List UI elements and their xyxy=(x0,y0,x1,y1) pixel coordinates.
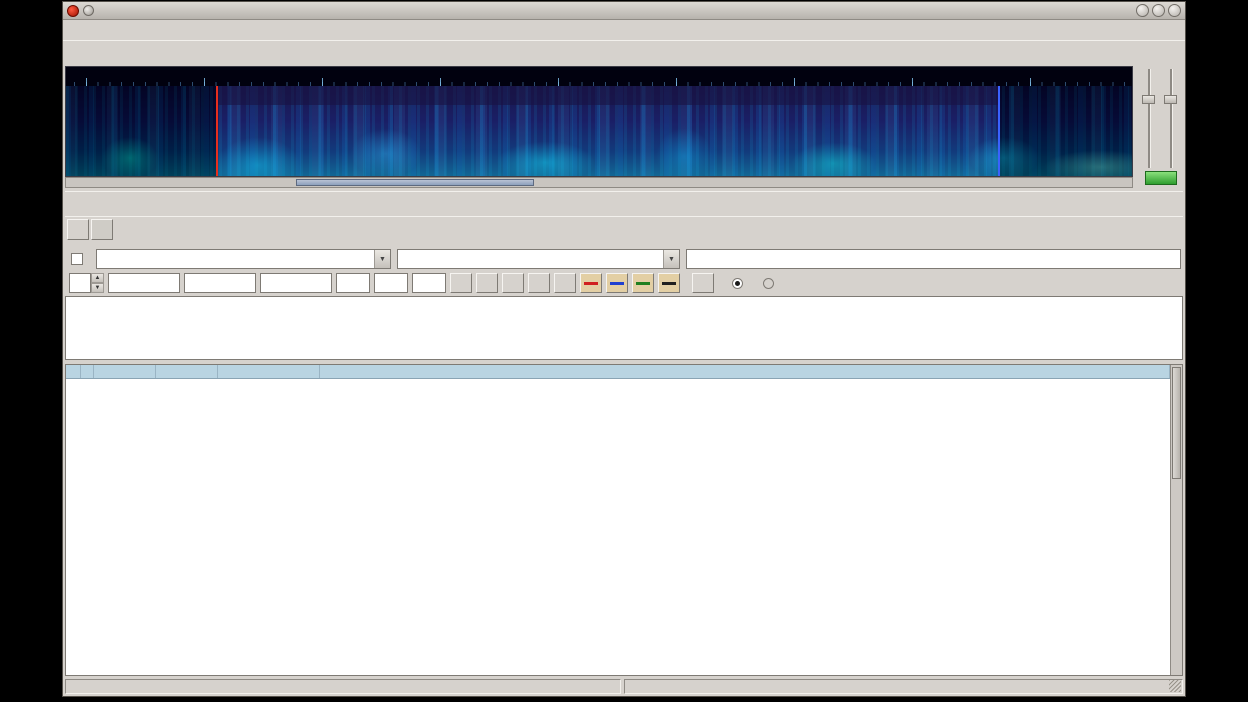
status-panel-left xyxy=(65,679,621,694)
margin-right-input[interactable] xyxy=(374,273,408,293)
header-style xyxy=(218,365,320,378)
app-icon[interactable] xyxy=(67,5,79,17)
chevron-down-icon[interactable]: ▼ xyxy=(663,250,679,268)
underline-button[interactable] xyxy=(502,273,524,293)
layer-value[interactable] xyxy=(69,273,91,293)
end-time-input[interactable] xyxy=(184,273,256,293)
chevron-down-icon[interactable]: ▼ xyxy=(374,250,390,268)
primary-color-swatch xyxy=(584,282,598,285)
secondary-color-swatch xyxy=(610,282,624,285)
unselected-region-left xyxy=(66,86,217,176)
comment-checkbox[interactable] xyxy=(71,253,83,265)
menu-bar xyxy=(63,21,1185,40)
edit-row-meta: ▼ ▼ xyxy=(65,248,1183,270)
status-panel-right xyxy=(624,679,1183,694)
karaoke-syllable-overlay xyxy=(217,86,999,176)
time-radio[interactable] xyxy=(732,278,743,289)
primary-color-button[interactable] xyxy=(580,273,602,293)
spinner-arrows: ▲ ▼ xyxy=(91,273,104,293)
outline-color-swatch xyxy=(636,282,650,285)
effect-input[interactable] xyxy=(686,249,1181,269)
volume-slider[interactable] xyxy=(1163,69,1179,168)
font-button[interactable] xyxy=(554,273,576,293)
audio-scrollbar-thumb[interactable] xyxy=(296,179,534,186)
main-toolbar xyxy=(63,40,1185,65)
audio-time-ruler[interactable] xyxy=(65,66,1133,86)
grid-body xyxy=(66,379,1170,675)
duration-input[interactable] xyxy=(260,273,332,293)
strikeout-button[interactable] xyxy=(528,273,550,293)
spin-up-icon[interactable]: ▲ xyxy=(91,273,104,283)
audio-side-controls xyxy=(1137,66,1185,188)
shadow-color-swatch xyxy=(662,282,676,285)
close-button[interactable] xyxy=(1168,4,1181,17)
shade-button[interactable] xyxy=(1136,4,1149,17)
selection-end-marker[interactable] xyxy=(998,86,1000,176)
time-frame-radios xyxy=(732,278,789,289)
aegisub-window: ▼ ▼ ▲ ▼ xyxy=(62,1,1186,697)
actor-dropdown[interactable]: ▼ xyxy=(397,249,680,269)
frame-radio xyxy=(763,278,774,289)
resize-grip[interactable] xyxy=(1169,680,1181,692)
bold-button[interactable] xyxy=(450,273,472,293)
subtitle-grid xyxy=(65,364,1183,676)
status-bar xyxy=(63,678,1185,695)
edit-row-timing: ▲ ▼ xyxy=(65,272,1183,294)
spectrogram[interactable] xyxy=(65,86,1133,177)
karaoke-syllable-strip xyxy=(119,217,1183,241)
karaoke-accept-button[interactable] xyxy=(91,219,113,240)
header-end xyxy=(156,365,218,378)
audio-toolbar xyxy=(65,191,1183,215)
header-number xyxy=(66,365,81,378)
maximize-button[interactable] xyxy=(1152,4,1165,17)
layer-spinner[interactable]: ▲ ▼ xyxy=(69,273,104,293)
grid-vertical-scrollbar[interactable] xyxy=(1170,365,1182,675)
grid-scrollbar-thumb[interactable] xyxy=(1172,367,1181,479)
selection-start-marker[interactable] xyxy=(216,86,218,176)
start-time-input[interactable] xyxy=(108,273,180,293)
audio-horizontal-scrollbar[interactable] xyxy=(65,177,1133,188)
karaoke-bar xyxy=(65,216,1183,241)
commit-button[interactable] xyxy=(692,273,714,293)
window-menu-icon[interactable] xyxy=(83,5,94,16)
margin-vertical-input[interactable] xyxy=(412,273,446,293)
secondary-color-button[interactable] xyxy=(606,273,628,293)
zoom-volume-link-button[interactable] xyxy=(1145,171,1177,185)
shadow-color-button[interactable] xyxy=(658,273,680,293)
header-text xyxy=(320,365,1170,378)
header-start xyxy=(94,365,156,378)
vertical-zoom-slider[interactable] xyxy=(1141,69,1157,168)
vertical-zoom-handle[interactable] xyxy=(1142,95,1155,104)
unselected-region-right xyxy=(999,86,1132,176)
grid-header xyxy=(66,365,1182,379)
volume-handle[interactable] xyxy=(1164,95,1177,104)
window-controls xyxy=(1136,4,1181,17)
italic-button[interactable] xyxy=(476,273,498,293)
karaoke-cancel-button[interactable] xyxy=(67,219,89,240)
subtitle-edit-textbox[interactable] xyxy=(65,296,1183,360)
header-layer xyxy=(81,365,94,378)
title-bar[interactable] xyxy=(63,2,1185,20)
outline-color-button[interactable] xyxy=(632,273,654,293)
style-dropdown[interactable]: ▼ xyxy=(96,249,391,269)
audio-display xyxy=(65,66,1133,188)
spin-down-icon[interactable]: ▼ xyxy=(91,283,104,293)
margin-left-input[interactable] xyxy=(336,273,370,293)
